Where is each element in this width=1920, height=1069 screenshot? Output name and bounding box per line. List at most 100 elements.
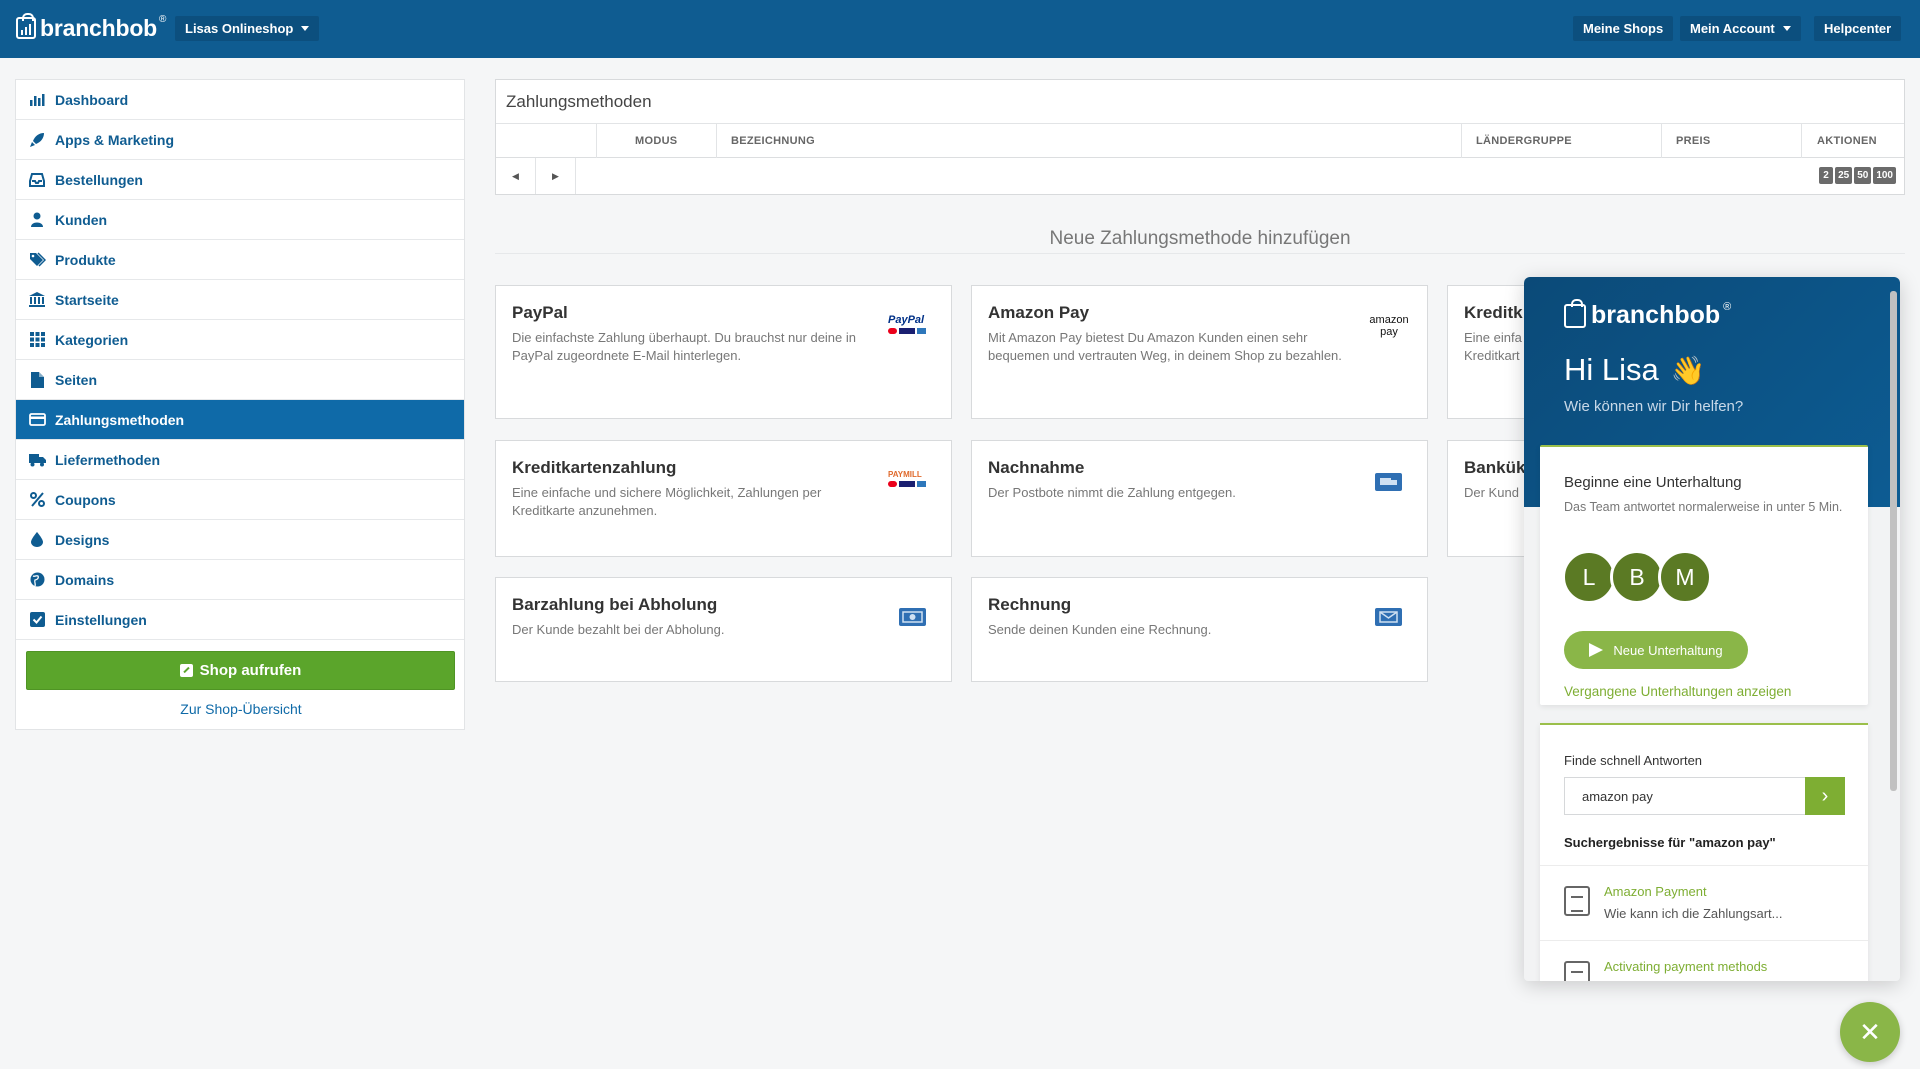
sidebar-item-label: Domains <box>55 571 115 588</box>
my-shops-label: Meine Shops <box>1583 21 1664 36</box>
card-description: Die einfachste Zahlung überhaupt. Du bra… <box>512 330 856 363</box>
card-description: Eine einfache und sichere Möglichkeit, Z… <box>512 485 822 518</box>
paypal-logo-text: PayPal <box>888 314 925 326</box>
search-submit-button[interactable]: › <box>1805 777 1845 815</box>
column-header-mode[interactable]: MODUS <box>596 124 716 158</box>
paymill-logo-text: PAYMILL <box>888 470 922 479</box>
search-results-label: Suchergebnisse für "amazon pay" <box>1564 835 1776 850</box>
search-result-item[interactable]: Activating payment methods <box>1540 940 1868 981</box>
new-conversation-button[interactable]: Neue Unterhaltung <box>1564 631 1748 669</box>
result-title: Activating payment methods <box>1604 959 1768 974</box>
user-icon <box>28 212 46 228</box>
sidebar-item-products[interactable]: Produkte <box>16 240 464 280</box>
close-chat-button[interactable]: ✕ <box>1840 1002 1900 1062</box>
shop-overview-link[interactable]: Zur Shop-Übersicht <box>16 701 466 717</box>
sidebar-item-label: Produkte <box>55 251 116 268</box>
sidebar-item-orders[interactable]: Bestellungen <box>16 160 464 200</box>
sidebar-item-customers[interactable]: Kunden <box>16 200 464 240</box>
sidebar-item-settings[interactable]: Einstellungen <box>16 600 464 640</box>
chat-scrollbar[interactable] <box>1890 291 1897 791</box>
payment-card-kreditkartenzahlung[interactable]: Kreditkartenzahlung Eine einfache und si… <box>495 440 952 557</box>
sidebar-item-label: Apps & Marketing <box>55 131 175 148</box>
paymill-logo: PAYMILL <box>888 470 932 487</box>
shop-selector-label: Lisas Onlineshop <box>185 21 294 36</box>
sidebar-item-label: Seiten <box>55 371 98 388</box>
payment-card-cash-on-pickup[interactable]: Barzahlung bei Abholung Der Kunde bezahl… <box>495 577 952 682</box>
search-result-item[interactable]: Amazon Payment Wie kann ich die Zahlungs… <box>1540 865 1868 940</box>
page-size-button[interactable]: 100 <box>1873 167 1896 184</box>
column-header-country-group[interactable]: LÄNDERGRUPPE <box>1461 124 1661 158</box>
sidebar-item-designs[interactable]: Designs <box>16 520 464 560</box>
globe-icon <box>28 572 46 588</box>
start-conversation-card: Beginne eine Unterhaltung Das Team antwo… <box>1540 445 1868 705</box>
open-shop-label: Shop aufrufen <box>199 662 302 679</box>
payment-card-cash-on-delivery[interactable]: Nachnahme Der Postbote nimmt die Zahlung… <box>971 440 1428 557</box>
bar-chart-icon <box>28 92 46 108</box>
grid-icon <box>28 332 46 348</box>
sidebar-item-label: Kategorien <box>55 331 129 348</box>
my-shops-link[interactable]: Meine Shops <box>1573 16 1674 41</box>
page-size-button[interactable]: 2 <box>1819 167 1834 184</box>
my-account-label: Mein Account <box>1690 21 1775 36</box>
shop-selector[interactable]: Lisas Onlineshop <box>175 16 320 41</box>
article-icon <box>1564 886 1590 916</box>
payment-methods-table: Zahlungsmethoden MODUS BEZEICHNUNG LÄNDE… <box>495 79 1905 195</box>
table-title: Zahlungsmethoden <box>496 80 1904 124</box>
sidebar-item-shipping-methods[interactable]: Liefermethoden <box>16 440 464 480</box>
search-answers-card: Finde schnell Antworten amazon pay › Suc… <box>1540 723 1868 981</box>
result-snippet: Wie kann ich die Zahlungsart... <box>1604 906 1783 921</box>
shopping-bag-icon <box>16 13 36 39</box>
next-page-button[interactable]: ▶ <box>536 158 576 194</box>
sidebar-item-pages[interactable]: Seiten <box>16 360 464 400</box>
sidebar-item-label: Zahlungsmethoden <box>55 411 185 428</box>
top-navbar: branchbob ® Lisas Onlineshop Meine Shops… <box>0 0 1920 58</box>
file-icon <box>28 371 46 388</box>
sidebar-item-dashboard[interactable]: Dashboard <box>16 80 464 120</box>
avatar: L <box>1562 550 1616 604</box>
caret-down-icon <box>1782 26 1791 31</box>
helpcenter-link[interactable]: Helpcenter <box>1814 16 1902 41</box>
shopping-bag-icon <box>1564 298 1586 328</box>
divider <box>495 253 1905 254</box>
page-size-button[interactable]: 50 <box>1854 167 1872 184</box>
tags-icon <box>28 252 46 268</box>
card-description: Mit Amazon Pay bietest Du Amazon Kunden … <box>988 330 1342 363</box>
payment-card-amazon-pay[interactable]: Amazon Pay Mit Amazon Pay bietest Du Ama… <box>971 285 1428 419</box>
card-brands-icon <box>888 481 932 487</box>
sidebar-item-label: Designs <box>55 531 110 548</box>
truck-icon <box>28 452 46 468</box>
sidebar-item-payment-methods[interactable]: Zahlungsmethoden <box>16 400 464 440</box>
registered-mark: ® <box>159 14 167 25</box>
payment-card-invoice[interactable]: Rechnung Sende deinen Kunden eine Rechnu… <box>971 577 1428 682</box>
bank-icon <box>28 292 46 308</box>
amazon-pay-logo: amazon pay <box>1369 314 1409 338</box>
sidebar-item-homepage[interactable]: Startseite <box>16 280 464 320</box>
sidebar-item-coupons[interactable]: Coupons <box>16 480 464 520</box>
chevron-right-icon: › <box>1821 784 1829 807</box>
column-header-name[interactable]: BEZEICHNUNG <box>716 124 1461 158</box>
sidebar-item-domains[interactable]: Domains <box>16 560 464 600</box>
greeting-text: Hi Lisa <box>1564 352 1659 387</box>
card-title: Barzahlung bei Abholung <box>512 595 718 614</box>
chat-help-text: Wie können wir Dir helfen? <box>1564 398 1744 415</box>
past-conversations-link[interactable]: Vergangene Unterhaltungen anzeigen <box>1564 684 1791 699</box>
prev-page-button[interactable]: ◀ <box>496 158 536 194</box>
credit-card-icon <box>28 412 46 428</box>
payment-card-paypal[interactable]: PayPal Die einfachste Zahlung überhaupt.… <box>495 285 952 419</box>
card-description: Der Kunde bezahlt bei der Abholung. <box>512 622 725 637</box>
help-search-input[interactable]: amazon pay <box>1564 777 1805 815</box>
card-description: Der Postbote nimmt die Zahlung entgegen. <box>988 485 1236 500</box>
open-shop-button[interactable]: Shop aufrufen <box>26 651 455 690</box>
truck-icon <box>1375 473 1402 494</box>
sidebar-item-label: Startseite <box>55 291 119 308</box>
branchbob-logo[interactable]: branchbob ® <box>16 12 166 44</box>
card-title: Nachnahme <box>988 458 1085 477</box>
external-link-icon <box>179 664 193 677</box>
card-description: Der Kund <box>1464 485 1519 500</box>
card-title: Bankük <box>1464 458 1526 477</box>
sidebar-item-apps-marketing[interactable]: Apps & Marketing <box>16 120 464 160</box>
column-header-price[interactable]: PREIS <box>1661 124 1801 158</box>
my-account-menu[interactable]: Mein Account <box>1680 16 1801 41</box>
sidebar-item-categories[interactable]: Kategorien <box>16 320 464 360</box>
page-size-button[interactable]: 25 <box>1835 167 1853 184</box>
